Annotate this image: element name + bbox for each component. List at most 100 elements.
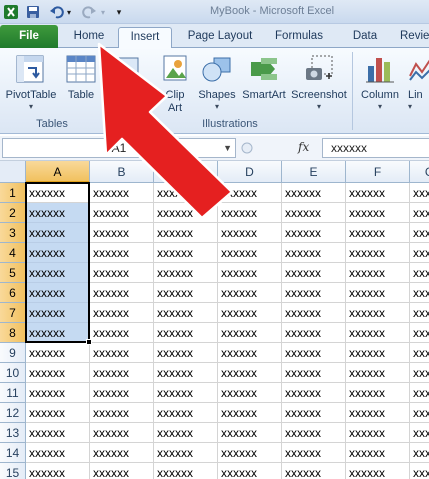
column-header-d[interactable]: D <box>218 161 282 183</box>
name-box[interactable]: A1 ▼ <box>2 138 236 158</box>
cell-g5[interactable]: xxxxxx <box>410 263 429 283</box>
cell-g6[interactable]: xxxxxx <box>410 283 429 303</box>
cell-a5[interactable]: xxxxxx <box>26 263 90 283</box>
cell-e3[interactable]: xxxxxx <box>282 223 346 243</box>
cell-g8[interactable]: xxxxxx <box>410 323 429 343</box>
redo-dropdown-icon[interactable]: ▾ <box>98 3 108 21</box>
tab-insert[interactable]: Insert <box>118 27 172 49</box>
cell-a7[interactable]: xxxxxx <box>26 303 90 323</box>
cell-a14[interactable]: xxxxxx <box>26 443 90 463</box>
cell-b6[interactable]: xxxxxx <box>90 283 154 303</box>
cell-d4[interactable]: xxxxxx <box>218 243 282 263</box>
cell-b11[interactable]: xxxxxx <box>90 383 154 403</box>
cell-b2[interactable]: xxxxxx <box>90 203 154 223</box>
chevron-down-icon[interactable]: ▼ <box>223 139 232 157</box>
cell-f6[interactable]: xxxxxx <box>346 283 410 303</box>
line-chart-button[interactable]: Lin ▾ <box>408 52 429 111</box>
formula-input[interactable]: xxxxxx <box>322 138 429 158</box>
cell-c4[interactable]: xxxxxx <box>154 243 218 263</box>
cell-c10[interactable]: xxxxxx <box>154 363 218 383</box>
cell-b1[interactable]: xxxxxx <box>90 183 154 203</box>
cell-f2[interactable]: xxxxxx <box>346 203 410 223</box>
tab-formulas[interactable]: Formulas <box>268 27 330 48</box>
cell-b15[interactable]: xxxxxx <box>90 463 154 479</box>
customize-qat-icon[interactable]: ▾ <box>112 3 126 21</box>
cell-a11[interactable]: xxxxxx <box>26 383 90 403</box>
cell-c12[interactable]: xxxxxx <box>154 403 218 423</box>
cell-e13[interactable]: xxxxxx <box>282 423 346 443</box>
cell-c8[interactable]: xxxxxx <box>154 323 218 343</box>
cell-f14[interactable]: xxxxxx <box>346 443 410 463</box>
row-header-1[interactable]: 1 <box>0 183 26 203</box>
tab-home[interactable]: Home <box>64 27 114 48</box>
cell-b9[interactable]: xxxxxx <box>90 343 154 363</box>
cell-g10[interactable]: xxxxxx <box>410 363 429 383</box>
cell-a4[interactable]: xxxxxx <box>26 243 90 263</box>
cell-d11[interactable]: xxxxxx <box>218 383 282 403</box>
smartart-button[interactable]: SmartArt <box>240 52 288 102</box>
cell-d12[interactable]: xxxxxx <box>218 403 282 423</box>
column-header-c[interactable]: C <box>154 161 218 183</box>
cell-d2[interactable]: xxxxxx <box>218 203 282 223</box>
cell-c13[interactable]: xxxxxx <box>154 423 218 443</box>
cell-f3[interactable]: xxxxxx <box>346 223 410 243</box>
row-header-11[interactable]: 11 <box>0 383 26 403</box>
row-header-8[interactable]: 8 <box>0 323 26 343</box>
tab-data[interactable]: Data <box>340 27 390 48</box>
column-chart-button[interactable]: Column ▾ <box>356 52 404 111</box>
cell-f8[interactable]: xxxxxx <box>346 323 410 343</box>
splitter-handle-icon[interactable] <box>240 140 254 156</box>
cell-f15[interactable]: xxxxxx <box>346 463 410 479</box>
cell-f13[interactable]: xxxxxx <box>346 423 410 443</box>
cell-d5[interactable]: xxxxxx <box>218 263 282 283</box>
cell-g15[interactable]: xxxxxx <box>410 463 429 479</box>
cell-c11[interactable]: xxxxxx <box>154 383 218 403</box>
cell-c14[interactable]: xxxxxx <box>154 443 218 463</box>
cell-b7[interactable]: xxxxxx <box>90 303 154 323</box>
pivottable-button[interactable]: PivotTable ▾ <box>4 52 58 111</box>
cell-d3[interactable]: xxxxxx <box>218 223 282 243</box>
row-header-7[interactable]: 7 <box>0 303 26 323</box>
cell-e6[interactable]: xxxxxx <box>282 283 346 303</box>
tab-file[interactable]: File <box>0 25 58 48</box>
undo-dropdown-icon[interactable]: ▾ <box>64 3 74 21</box>
row-header-12[interactable]: 12 <box>0 403 26 423</box>
clipart-button[interactable]: Clip Art <box>156 52 194 115</box>
cell-a6[interactable]: xxxxxx <box>26 283 90 303</box>
select-all-corner[interactable] <box>0 161 26 183</box>
cell-g11[interactable]: xxxxxx <box>410 383 429 403</box>
cell-c7[interactable]: xxxxxx <box>154 303 218 323</box>
cell-d15[interactable]: xxxxxx <box>218 463 282 479</box>
cell-c5[interactable]: xxxxxx <box>154 263 218 283</box>
cell-f10[interactable]: xxxxxx <box>346 363 410 383</box>
row-header-2[interactable]: 2 <box>0 203 26 223</box>
cell-e12[interactable]: xxxxxx <box>282 403 346 423</box>
cell-b12[interactable]: xxxxxx <box>90 403 154 423</box>
row-header-10[interactable]: 10 <box>0 363 26 383</box>
cell-a8[interactable]: xxxxxx <box>26 323 90 343</box>
cell-g2[interactable]: xxxxxx <box>410 203 429 223</box>
cell-b3[interactable]: xxxxxx <box>90 223 154 243</box>
cell-g13[interactable]: xxxxxx <box>410 423 429 443</box>
cell-f1[interactable]: xxxxxx <box>346 183 410 203</box>
cell-g4[interactable]: xxxxxx <box>410 243 429 263</box>
cell-g12[interactable]: xxxxxx <box>410 403 429 423</box>
column-header-g[interactable]: G <box>410 161 429 183</box>
cell-b14[interactable]: xxxxxx <box>90 443 154 463</box>
cell-e10[interactable]: xxxxxx <box>282 363 346 383</box>
cell-a13[interactable]: xxxxxx <box>26 423 90 443</box>
cell-b13[interactable]: xxxxxx <box>90 423 154 443</box>
cell-b5[interactable]: xxxxxx <box>90 263 154 283</box>
cell-e2[interactable]: xxxxxx <box>282 203 346 223</box>
redo-icon[interactable] <box>80 3 98 21</box>
cell-g1[interactable]: xxxxxx <box>410 183 429 203</box>
column-header-e[interactable]: E <box>282 161 346 183</box>
column-header-a[interactable]: A <box>26 161 90 183</box>
cell-c15[interactable]: xxxxxx <box>154 463 218 479</box>
cell-e4[interactable]: xxxxxx <box>282 243 346 263</box>
row-header-3[interactable]: 3 <box>0 223 26 243</box>
cell-d7[interactable]: xxxxxx <box>218 303 282 323</box>
cell-f11[interactable]: xxxxxx <box>346 383 410 403</box>
cell-d6[interactable]: xxxxxx <box>218 283 282 303</box>
cell-f12[interactable]: xxxxxx <box>346 403 410 423</box>
